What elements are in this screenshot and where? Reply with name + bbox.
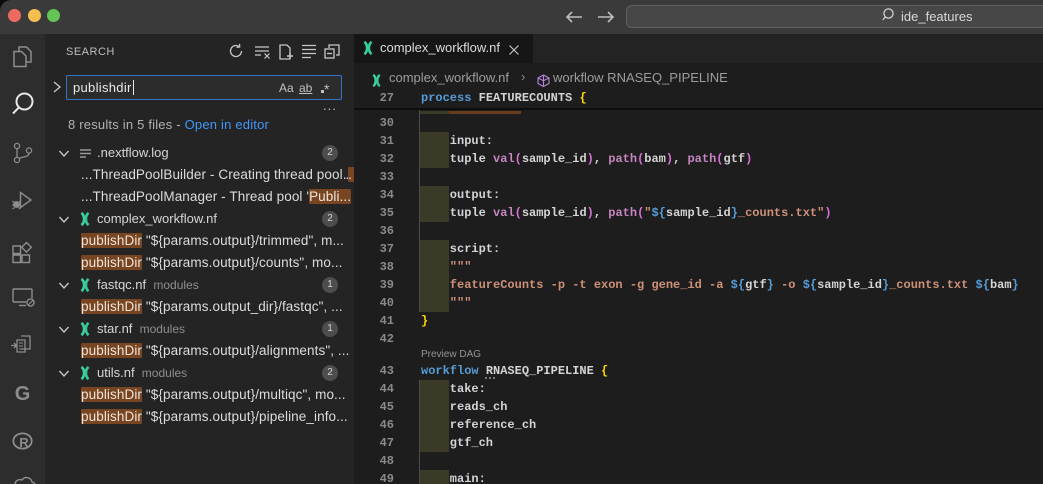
svg-text:R: R: [19, 435, 29, 450]
svg-text:G: G: [15, 383, 31, 405]
